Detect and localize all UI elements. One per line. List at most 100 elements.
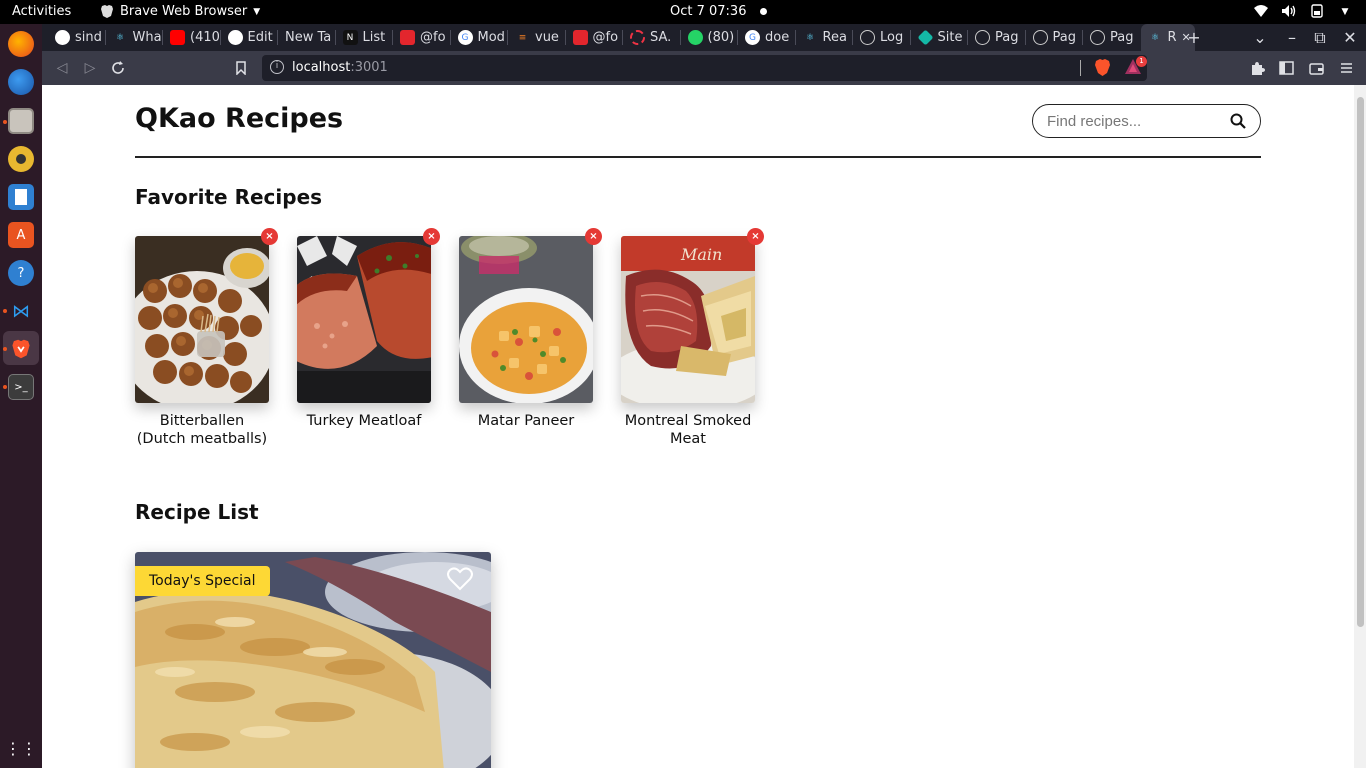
- tab[interactable]: Pag: [968, 24, 1024, 51]
- clock[interactable]: Oct 7 07:36: [670, 4, 768, 19]
- favorite-card[interactable]: Main × Montreal Smoked Meat: [621, 228, 764, 448]
- sidebar-icon: [1278, 61, 1294, 75]
- frappe-icon: [572, 30, 588, 45]
- tab[interactable]: ⚛ Wha: [106, 24, 161, 51]
- favorite-card[interactable]: × Turkey Meatloaf: [297, 228, 440, 430]
- remove-favorite-button[interactable]: ×: [261, 228, 278, 245]
- close-window-button[interactable]: ✕: [1336, 24, 1364, 51]
- search-icon[interactable]: [1230, 113, 1246, 129]
- tab[interactable]: ≡ vue: [508, 24, 564, 51]
- show-apps-grid-icon[interactable]: ⋮⋮: [5, 735, 37, 761]
- running-indicator: [3, 347, 7, 351]
- reload-button[interactable]: [106, 56, 130, 80]
- power-menu-icon[interactable]: ▼: [1336, 4, 1354, 20]
- page-scrollbar[interactable]: [1354, 85, 1366, 768]
- rhythmbox-icon[interactable]: [8, 146, 34, 172]
- vscode-icon[interactable]: ⋈: [8, 298, 34, 324]
- github-icon: [227, 30, 243, 45]
- new-tab-button[interactable]: +: [1180, 24, 1208, 51]
- tab-search-button[interactable]: ⌄: [1246, 24, 1274, 51]
- notion-icon: N: [342, 30, 358, 45]
- react-icon: ⚛: [115, 32, 125, 43]
- tab[interactable]: SA.: [623, 24, 679, 51]
- writer-icon[interactable]: [8, 184, 34, 210]
- wallet-button[interactable]: [1304, 56, 1328, 80]
- address-bar[interactable]: i localhost:3001 1: [262, 55, 1147, 81]
- battery-icon[interactable]: [1308, 4, 1326, 20]
- system-tray[interactable]: ▼: [1252, 4, 1354, 20]
- puzzle-icon: [1251, 61, 1265, 75]
- software-center-icon[interactable]: A: [8, 222, 34, 248]
- stackoverflow-icon: ≡: [518, 32, 527, 43]
- bookmark-button[interactable]: [229, 56, 253, 80]
- heart-icon[interactable]: [447, 567, 473, 591]
- favorite-name[interactable]: Matar Paneer: [459, 412, 593, 430]
- tab[interactable]: Gdoe: [738, 24, 794, 51]
- help-icon[interactable]: ?: [8, 260, 34, 286]
- favorite-name[interactable]: Turkey Meatloaf: [297, 412, 431, 430]
- favorite-name[interactable]: Bitterballen (Dutch meatballs): [135, 412, 269, 448]
- main-menu-button[interactable]: [1334, 56, 1358, 80]
- activities-button[interactable]: Activities: [12, 4, 71, 19]
- tab[interactable]: Log: [853, 24, 909, 51]
- globe-icon: [860, 30, 875, 45]
- search-box[interactable]: [1032, 104, 1261, 138]
- favorite-card[interactable]: × Matar Paneer: [459, 228, 602, 430]
- tab[interactable]: (80): [681, 24, 737, 51]
- tab[interactable]: sind: [48, 24, 104, 51]
- brave-shields-icon[interactable]: [1094, 58, 1111, 77]
- globe-icon: [1032, 30, 1048, 45]
- url-text[interactable]: localhost:3001: [292, 60, 388, 75]
- sidebar-button[interactable]: [1274, 56, 1298, 80]
- site-info-icon[interactable]: i: [270, 60, 284, 74]
- tab-label: Pag: [1052, 30, 1076, 45]
- bookmark-icon: [236, 61, 246, 75]
- tab[interactable]: Pag: [1026, 24, 1082, 51]
- reload-icon: [112, 61, 124, 74]
- favorite-card[interactable]: × Bitterballen (Dutch meatballs): [135, 228, 278, 448]
- tab[interactable]: ⚛ Rea: [796, 24, 852, 51]
- tab[interactable]: G Mod: [451, 24, 507, 51]
- terminal-icon[interactable]: >_: [8, 374, 34, 400]
- firefox-icon[interactable]: [8, 31, 34, 57]
- recipe-image-bitterballen[interactable]: [135, 236, 269, 403]
- brave-icon[interactable]: [8, 336, 34, 362]
- favorite-name[interactable]: Montreal Smoked Meat: [621, 412, 755, 448]
- scrollbar-thumb[interactable]: [1357, 97, 1364, 627]
- forward-button[interactable]: ▷: [78, 56, 102, 80]
- tab-label: @fo: [420, 30, 446, 45]
- tab[interactable]: Pag: [1083, 24, 1139, 51]
- tab[interactable]: (410: [163, 24, 219, 51]
- tab[interactable]: @fo: [393, 24, 449, 51]
- tab[interactable]: Edit: [221, 24, 277, 51]
- recipe-card[interactable]: Today's Special: [135, 552, 491, 768]
- app-menu[interactable]: Brave Web Browser ▼: [100, 4, 260, 19]
- back-button[interactable]: ◁: [50, 56, 74, 80]
- loading-icon: [630, 30, 645, 45]
- tab-label: Rea: [822, 30, 847, 45]
- minimize-button[interactable]: –: [1278, 24, 1306, 51]
- remove-favorite-button[interactable]: ×: [585, 228, 602, 245]
- tab[interactable]: Site: [911, 24, 967, 51]
- maximize-button[interactable]: ⧉: [1306, 24, 1334, 51]
- recipe-image-turkey-meatloaf[interactable]: [297, 236, 431, 403]
- volume-icon[interactable]: [1280, 4, 1298, 20]
- app-name: Brave Web Browser: [120, 4, 248, 19]
- recipe-image-matar-paneer[interactable]: [459, 236, 593, 403]
- tab[interactable]: New Ta: [278, 24, 334, 51]
- tab-label: Pag: [1110, 30, 1134, 45]
- thunderbird-icon[interactable]: [8, 69, 34, 95]
- globe-icon: [975, 30, 990, 45]
- tab[interactable]: @fo: [566, 24, 622, 51]
- extensions-button[interactable]: [1245, 56, 1269, 80]
- tab[interactable]: N List: [336, 24, 392, 51]
- github-icon: [55, 30, 70, 45]
- files-icon[interactable]: [8, 108, 34, 134]
- diamond-icon: [917, 29, 933, 46]
- remove-favorite-button[interactable]: ×: [423, 228, 440, 245]
- remove-favorite-button[interactable]: ×: [747, 228, 764, 245]
- wifi-icon[interactable]: [1252, 4, 1270, 20]
- tab-label: R: [1167, 30, 1177, 45]
- recipe-image-montreal-smoked-meat[interactable]: Main: [621, 236, 755, 403]
- search-input[interactable]: [1047, 111, 1227, 131]
